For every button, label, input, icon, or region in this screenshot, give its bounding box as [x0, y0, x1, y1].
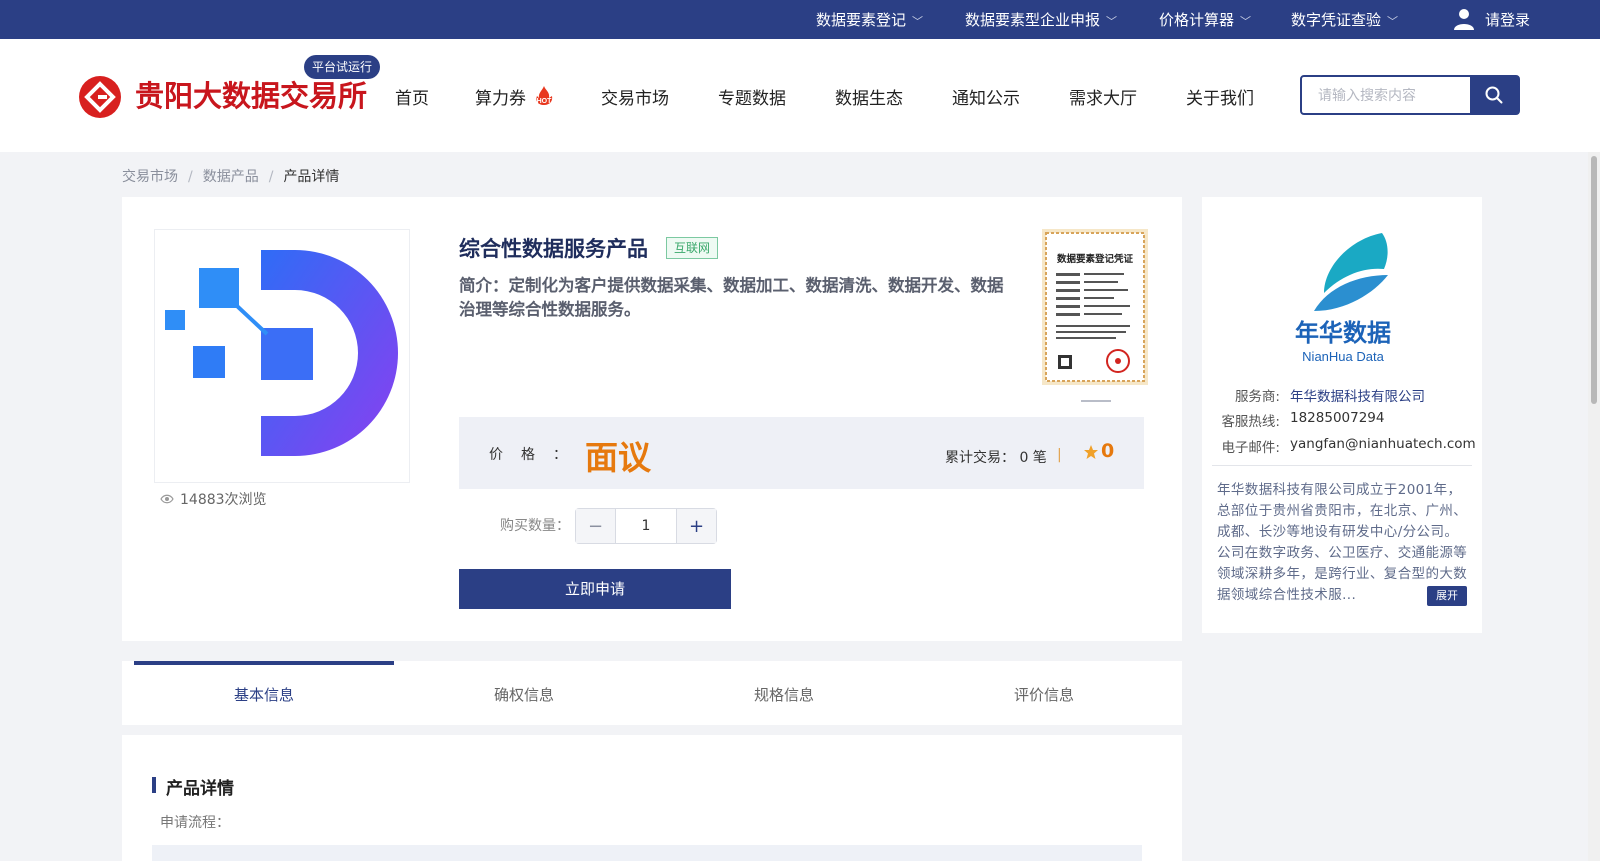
top-bar: 数据要素登记 ﹀ 数据要素型企业申报 ﹀ 价格计算器 ﹀ 数字凭证查验 ﹀ 请登录 — [0, 0, 1600, 39]
site-header: 贵阳大数据交易所 平台试运行 首页 算力券 HOT 交易市场 专题数据 数据生态… — [0, 39, 1600, 152]
quantity-stepper: − 1 + — [575, 508, 717, 544]
product-title: 综合性数据服务产品 — [459, 237, 648, 261]
svg-text:HOT: HOT — [537, 98, 553, 105]
hot-flame-icon: HOT — [536, 86, 553, 105]
tab-review-info[interactable]: 评价信息 — [914, 661, 1174, 725]
provider-logo: 年华数据 NianHua Data — [1295, 233, 1391, 364]
chevron-down-icon: ﹀ — [912, 15, 924, 28]
divider — [1212, 465, 1472, 466]
product-logo-icon — [165, 250, 398, 456]
breadcrumb-data-products[interactable]: 数据产品 — [203, 169, 259, 185]
scrollbar-thumb[interactable] — [1591, 156, 1597, 404]
nav-home[interactable]: 首页 — [395, 84, 429, 109]
application-process-label: 申请流程： — [160, 815, 230, 831]
svg-text:数据要素登记凭证: 数据要素登记凭证 — [1056, 253, 1134, 265]
svg-text:NianHua Data: NianHua Data — [1302, 349, 1384, 364]
provider-row: 服务商: 年华数据科技有限公司 — [1202, 385, 1482, 405]
breadcrumb-product-detail: 产品详情 — [283, 169, 340, 185]
nav-about-us[interactable]: 关于我们 — [1186, 84, 1254, 109]
trade-count: 累计交易： 0 笔 — [945, 450, 1047, 466]
chevron-down-icon: ﹀ — [1106, 15, 1118, 28]
page-scrollbar[interactable] — [1588, 152, 1600, 861]
nav-notices[interactable]: 通知公示 — [952, 84, 1020, 109]
application-process-panel — [152, 845, 1142, 861]
breadcrumb: 交易市场 / 数据产品 / 产品详情 — [122, 169, 340, 185]
expand-button[interactable]: 展开 — [1427, 586, 1467, 606]
price-value: 面议 — [585, 438, 651, 477]
divider: | — [1057, 447, 1062, 463]
nav-market[interactable]: 交易市场 — [601, 84, 669, 109]
trial-badge: 平台试运行 — [304, 55, 381, 79]
chevron-down-icon: ﹀ — [1240, 15, 1252, 28]
tab-spec-info[interactable]: 规格信息 — [654, 661, 914, 725]
section-accent-bar — [152, 777, 156, 793]
tab-basic-info[interactable]: 基本信息 — [134, 661, 394, 725]
chevron-down-icon: ﹀ — [1387, 15, 1399, 28]
topbar-link-data-registration[interactable]: 数据要素登记 ﹀ — [816, 9, 923, 30]
category-tag: 互联网 — [666, 237, 719, 259]
nav-compute-voucher[interactable]: 算力券 — [475, 84, 526, 109]
hotline-row: 客服热线: 18285007294 — [1221, 410, 1385, 430]
nav-demand-hall[interactable]: 需求大厅 — [1069, 84, 1137, 109]
detail-tabs: 基本信息 确权信息 规格信息 评价信息 — [122, 661, 1182, 725]
eye-icon — [160, 494, 174, 504]
product-image — [154, 229, 410, 483]
topbar-link-enterprise-declaration[interactable]: 数据要素型企业申报 ﹀ — [965, 9, 1117, 30]
product-intro: 简介：定制化为客户提供数据采集、数据加工、数据清洗、数据开发、数据治理等综合性数… — [459, 276, 1004, 319]
site-name[interactable]: 贵阳大数据交易所 — [135, 73, 367, 115]
price-label: 价格： — [489, 447, 585, 463]
section-title: 产品详情 — [166, 779, 234, 799]
nav-data-ecosystem[interactable]: 数据生态 — [835, 84, 903, 109]
increase-button[interactable]: + — [676, 509, 716, 543]
login-link[interactable]: 请登录 — [1485, 9, 1530, 30]
hotline-value: 18285007294 — [1290, 410, 1385, 426]
topbar-link-certificate-check[interactable]: 数字凭证查验 ﹀ — [1291, 9, 1398, 30]
email-value: yangfan@nianhuatech.com — [1290, 436, 1476, 452]
svg-text:年华数据: 年华数据 — [1295, 319, 1391, 347]
search-input[interactable] — [1302, 77, 1472, 113]
topbar-link-price-calculator[interactable]: 价格计算器 ﹀ — [1159, 9, 1251, 30]
tab-rights-info[interactable]: 确权信息 — [394, 661, 654, 725]
search-button[interactable] — [1470, 77, 1518, 113]
quantity-label: 购买数量： — [500, 518, 570, 534]
email-row: 电子邮件: yangfan@nianhuatech.com — [1221, 436, 1476, 456]
search-box — [1300, 75, 1520, 115]
quantity-value[interactable]: 1 — [616, 509, 676, 543]
breadcrumb-market[interactable]: 交易市场 — [122, 169, 178, 185]
nav-topic-data[interactable]: 专题数据 — [718, 84, 786, 109]
rating-value: 0 — [1101, 440, 1115, 462]
star-icon — [1084, 445, 1098, 459]
provider-name-link[interactable]: 年华数据科技有限公司 — [1290, 385, 1425, 405]
carousel-indicator[interactable] — [1081, 400, 1111, 402]
site-logo-icon[interactable] — [79, 76, 121, 118]
view-count: 14883次浏览 — [160, 489, 267, 509]
apply-now-button[interactable]: 立即申请 — [459, 569, 731, 609]
search-icon — [1485, 86, 1503, 104]
registration-certificate-image[interactable]: 数据要素登记凭证 — [1042, 229, 1148, 385]
decrease-button[interactable]: − — [576, 509, 616, 543]
product-card: 14883次浏览 综合性数据服务产品 互联网 简介：定制化为客户提供数据采集、数… — [122, 197, 1182, 641]
provider-card: 年华数据 NianHua Data 服务商: 年华数据科技有限公司 客服热线: … — [1202, 197, 1482, 633]
user-icon[interactable] — [1452, 7, 1476, 31]
price-panel: 价格： 面议 累计交易： 0 笔 | 0 — [459, 417, 1144, 489]
product-detail-section: 产品详情 申请流程： — [122, 735, 1182, 861]
